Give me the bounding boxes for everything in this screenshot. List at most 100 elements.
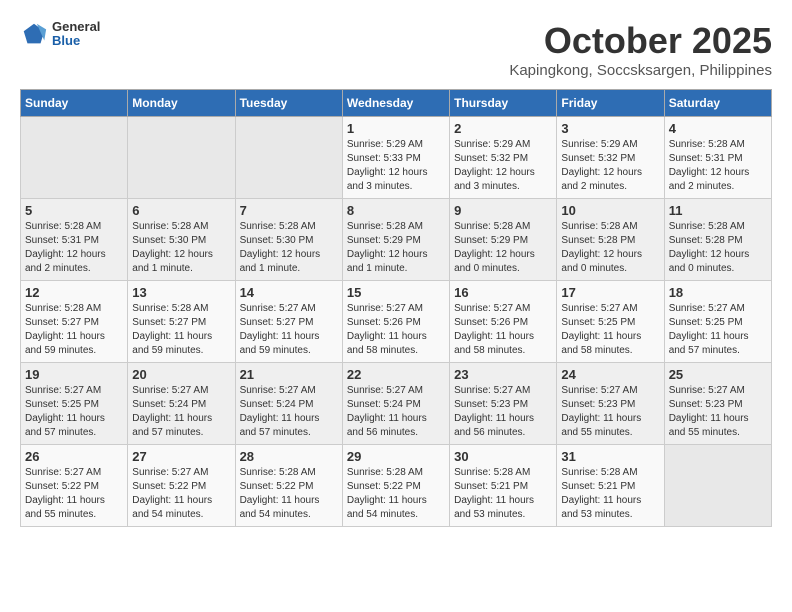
calendar-cell	[664, 445, 771, 527]
day-number: 25	[669, 367, 767, 382]
day-number: 15	[347, 285, 445, 300]
day-number: 24	[561, 367, 659, 382]
logo-blue-text: Blue	[52, 34, 100, 48]
day-info: Sunrise: 5:28 AM Sunset: 5:28 PM Dayligh…	[561, 220, 659, 276]
day-info: Sunrise: 5:27 AM Sunset: 5:24 PM Dayligh…	[132, 384, 230, 440]
calendar-week-row: 5 Sunrise: 5:28 AM Sunset: 5:31 PM Daylig…	[21, 199, 772, 281]
calendar-cell: 7 Sunrise: 5:28 AM Sunset: 5:30 PM Daylig…	[235, 199, 342, 281]
calendar-cell: 26 Sunrise: 5:27 AM Sunset: 5:22 PM Dayli…	[21, 445, 128, 527]
weekday-header-sunday: Sunday	[21, 90, 128, 117]
day-number: 30	[454, 449, 552, 464]
day-number: 6	[132, 203, 230, 218]
day-info: Sunrise: 5:29 AM Sunset: 5:32 PM Dayligh…	[454, 138, 552, 194]
calendar-week-row: 19Sunrise: 5:27 AM Sunset: 5:25 PM Dayli…	[21, 363, 772, 445]
calendar-cell	[235, 117, 342, 199]
day-info: Sunrise: 5:28 AM Sunset: 5:29 PM Dayligh…	[454, 220, 552, 276]
calendar-cell: 29 Sunrise: 5:28 AM Sunset: 5:22 PM Dayli…	[342, 445, 449, 527]
title-block: October 2025 Kapingkong, Soccsksargen, P…	[509, 20, 772, 79]
day-number: 11	[669, 203, 767, 218]
calendar-table: SundayMondayTuesdayWednesdayThursdayFrid…	[20, 89, 772, 527]
day-info: Sunrise: 5:28 AM Sunset: 5:22 PM Dayligh…	[347, 466, 445, 522]
calendar-cell: 24 Sunrise: 5:27 AM Sunset: 5:23 PM Dayli…	[557, 363, 664, 445]
calendar-cell: 22 Sunrise: 5:27 AM Sunset: 5:24 PM Dayli…	[342, 363, 449, 445]
calendar-cell	[128, 117, 235, 199]
day-number: 5	[25, 203, 123, 218]
calendar-cell: 8 Sunrise: 5:28 AM Sunset: 5:29 PM Daylig…	[342, 199, 449, 281]
calendar-cell: 4 Sunrise: 5:28 AM Sunset: 5:31 PM Daylig…	[664, 117, 771, 199]
day-info: Sunrise: 5:28 AM Sunset: 5:28 PM Dayligh…	[669, 220, 767, 276]
calendar-cell: 17 Sunrise: 5:27 AM Sunset: 5:25 PM Dayli…	[557, 281, 664, 363]
day-info: Sunrise: 5:29 AM Sunset: 5:32 PM Dayligh…	[561, 138, 659, 194]
weekday-header-friday: Friday	[557, 90, 664, 117]
day-info: Sunrise: 5:27 AM Sunset: 5:24 PM Dayligh…	[240, 384, 338, 440]
calendar-cell: 20 Sunrise: 5:27 AM Sunset: 5:24 PM Dayli…	[128, 363, 235, 445]
day-info: Sunrise: 5:27 AM Sunset: 5:23 PM Dayligh…	[454, 384, 552, 440]
day-info: Sunrise: 5:27 AM Sunset: 5:23 PM Dayligh…	[561, 384, 659, 440]
calendar-cell: 21 Sunrise: 5:27 AM Sunset: 5:24 PM Dayli…	[235, 363, 342, 445]
day-info: Sunrise: 5:28 AM Sunset: 5:27 PM Dayligh…	[132, 302, 230, 358]
day-info: Sunrise: 5:27 AM Sunset: 5:23 PM Dayligh…	[669, 384, 767, 440]
calendar-cell: 31Sunrise: 5:28 AM Sunset: 5:21 PM Dayli…	[557, 445, 664, 527]
day-number: 20	[132, 367, 230, 382]
page-header: General Blue October 2025 Kapingkong, So…	[20, 20, 772, 79]
weekday-header-tuesday: Tuesday	[235, 90, 342, 117]
day-info: Sunrise: 5:27 AM Sunset: 5:25 PM Dayligh…	[561, 302, 659, 358]
day-number: 17	[561, 285, 659, 300]
day-info: Sunrise: 5:27 AM Sunset: 5:27 PM Dayligh…	[240, 302, 338, 358]
day-info: Sunrise: 5:28 AM Sunset: 5:30 PM Dayligh…	[240, 220, 338, 276]
day-info: Sunrise: 5:27 AM Sunset: 5:22 PM Dayligh…	[132, 466, 230, 522]
calendar-cell: 18 Sunrise: 5:27 AM Sunset: 5:25 PM Dayli…	[664, 281, 771, 363]
day-info: Sunrise: 5:27 AM Sunset: 5:24 PM Dayligh…	[347, 384, 445, 440]
day-number: 7	[240, 203, 338, 218]
day-number: 9	[454, 203, 552, 218]
day-info: Sunrise: 5:27 AM Sunset: 5:26 PM Dayligh…	[454, 302, 552, 358]
day-info: Sunrise: 5:27 AM Sunset: 5:25 PM Dayligh…	[669, 302, 767, 358]
day-number: 14	[240, 285, 338, 300]
calendar-cell: 1 Sunrise: 5:29 AM Sunset: 5:33 PM Daylig…	[342, 117, 449, 199]
day-number: 21	[240, 367, 338, 382]
calendar-cell: 30 Sunrise: 5:28 AM Sunset: 5:21 PM Dayli…	[450, 445, 557, 527]
calendar-cell: 3Sunrise: 5:29 AM Sunset: 5:32 PM Daylig…	[557, 117, 664, 199]
day-info: Sunrise: 5:28 AM Sunset: 5:31 PM Dayligh…	[669, 138, 767, 194]
calendar-cell: 25 Sunrise: 5:27 AM Sunset: 5:23 PM Dayli…	[664, 363, 771, 445]
day-number: 27	[132, 449, 230, 464]
logo: General Blue	[20, 20, 100, 49]
day-number: 12	[25, 285, 123, 300]
calendar-cell: 6Sunrise: 5:28 AM Sunset: 5:30 PM Daylig…	[128, 199, 235, 281]
month-title: October 2025	[509, 20, 772, 62]
calendar-week-row: 12 Sunrise: 5:28 AM Sunset: 5:27 PM Dayli…	[21, 281, 772, 363]
day-number: 1	[347, 121, 445, 136]
day-info: Sunrise: 5:28 AM Sunset: 5:31 PM Dayligh…	[25, 220, 123, 276]
day-number: 22	[347, 367, 445, 382]
calendar-cell: 10 Sunrise: 5:28 AM Sunset: 5:28 PM Dayli…	[557, 199, 664, 281]
day-number: 2	[454, 121, 552, 136]
calendar-cell: 23 Sunrise: 5:27 AM Sunset: 5:23 PM Dayli…	[450, 363, 557, 445]
day-number: 16	[454, 285, 552, 300]
day-info: Sunrise: 5:29 AM Sunset: 5:33 PM Dayligh…	[347, 138, 445, 194]
calendar-cell: 14 Sunrise: 5:27 AM Sunset: 5:27 PM Dayli…	[235, 281, 342, 363]
day-number: 29	[347, 449, 445, 464]
day-number: 18	[669, 285, 767, 300]
logo-general-text: General	[52, 20, 100, 34]
day-info: Sunrise: 5:28 AM Sunset: 5:21 PM Dayligh…	[454, 466, 552, 522]
calendar-cell: 28Sunrise: 5:28 AM Sunset: 5:22 PM Dayli…	[235, 445, 342, 527]
weekday-header-thursday: Thursday	[450, 90, 557, 117]
calendar-cell: 11 Sunrise: 5:28 AM Sunset: 5:28 PM Dayli…	[664, 199, 771, 281]
day-info: Sunrise: 5:27 AM Sunset: 5:25 PM Dayligh…	[25, 384, 123, 440]
calendar-cell: 19Sunrise: 5:27 AM Sunset: 5:25 PM Dayli…	[21, 363, 128, 445]
day-number: 26	[25, 449, 123, 464]
day-info: Sunrise: 5:27 AM Sunset: 5:22 PM Dayligh…	[25, 466, 123, 522]
day-number: 8	[347, 203, 445, 218]
day-info: Sunrise: 5:28 AM Sunset: 5:27 PM Dayligh…	[25, 302, 123, 358]
day-number: 23	[454, 367, 552, 382]
day-number: 10	[561, 203, 659, 218]
calendar-header-row: SundayMondayTuesdayWednesdayThursdayFrid…	[21, 90, 772, 117]
calendar-cell: 5 Sunrise: 5:28 AM Sunset: 5:31 PM Daylig…	[21, 199, 128, 281]
weekday-header-saturday: Saturday	[664, 90, 771, 117]
day-info: Sunrise: 5:28 AM Sunset: 5:29 PM Dayligh…	[347, 220, 445, 276]
calendar-cell: 27 Sunrise: 5:27 AM Sunset: 5:22 PM Dayli…	[128, 445, 235, 527]
weekday-header-monday: Monday	[128, 90, 235, 117]
day-number: 4	[669, 121, 767, 136]
calendar-cell: 9 Sunrise: 5:28 AM Sunset: 5:29 PM Daylig…	[450, 199, 557, 281]
day-info: Sunrise: 5:28 AM Sunset: 5:21 PM Dayligh…	[561, 466, 659, 522]
